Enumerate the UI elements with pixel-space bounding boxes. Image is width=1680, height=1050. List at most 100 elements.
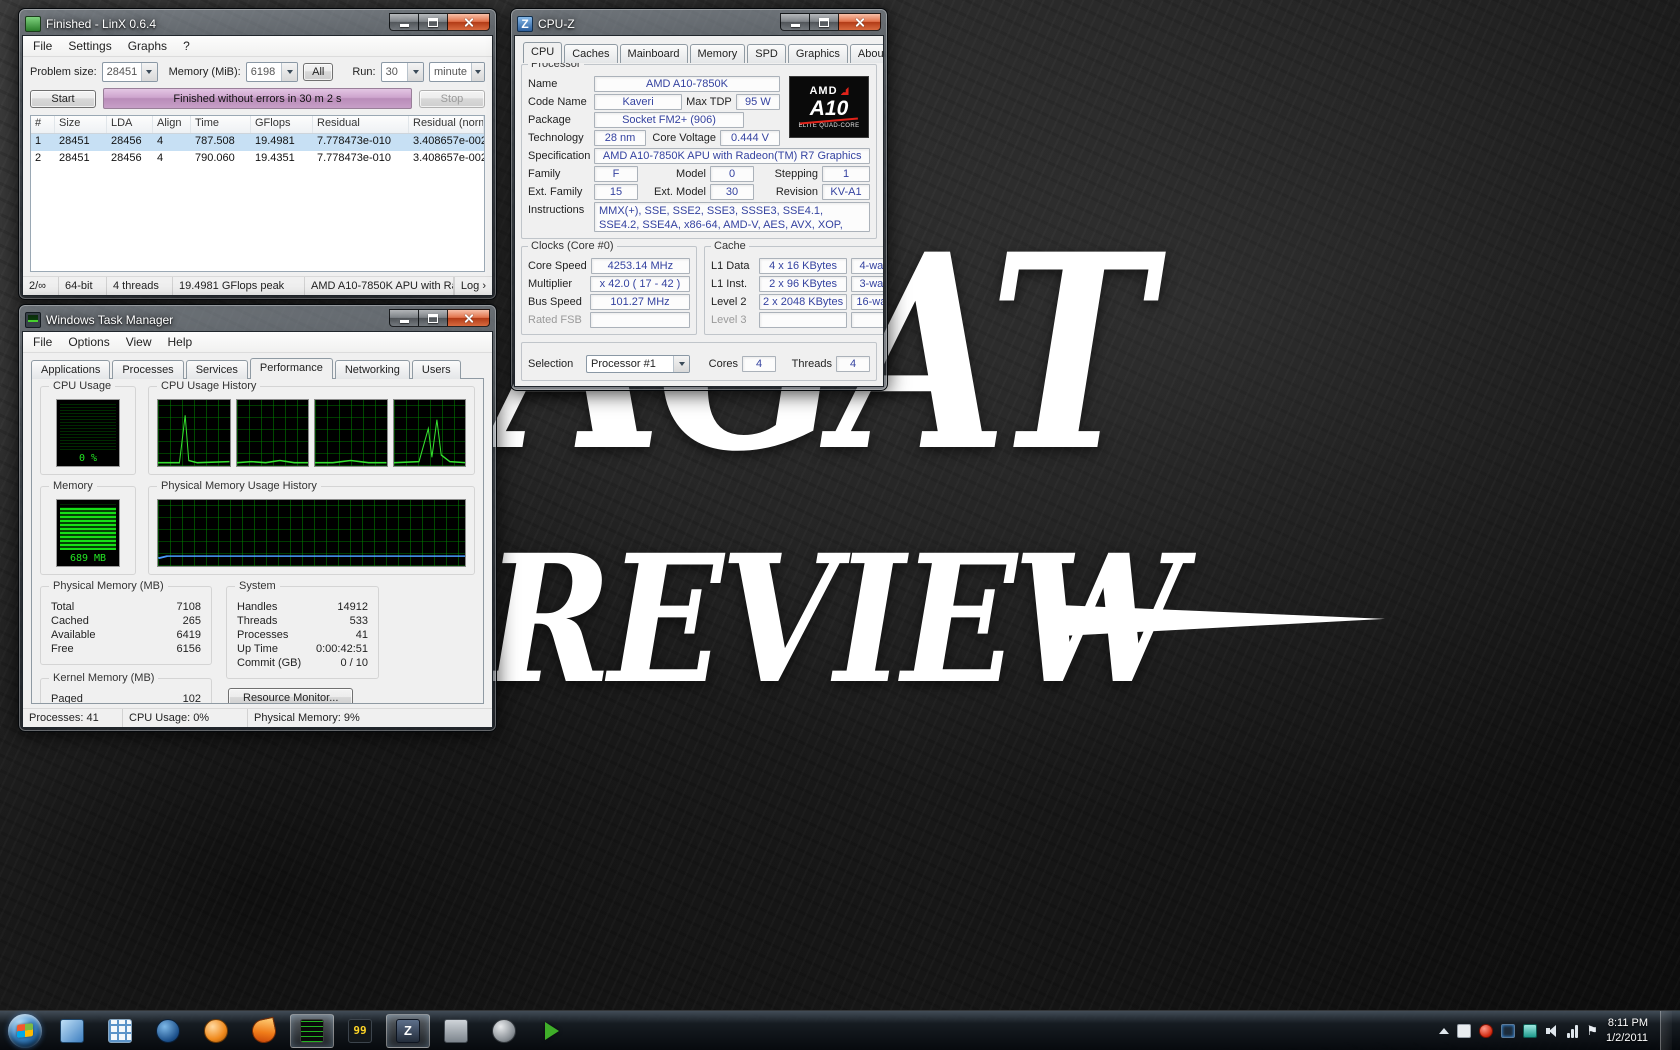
l1-data-field: 4 x 16 KBytes: [759, 258, 847, 274]
taskbar-clock[interactable]: 8:11 PM 1/2/2011: [1606, 1016, 1652, 1045]
tab-services[interactable]: Services: [186, 360, 248, 379]
taskbar-app-1[interactable]: [50, 1014, 94, 1048]
cpu-usage-value: 0 %: [79, 453, 97, 464]
stat-row: Commit (GB)0 / 10: [237, 657, 368, 669]
ext-family-field: 15: [594, 184, 638, 200]
tab-memory[interactable]: Memory: [690, 44, 746, 63]
memory-value: 689 MB: [70, 553, 106, 564]
amd-model-text: A10: [810, 98, 849, 119]
tab-applications[interactable]: Applications: [31, 360, 110, 379]
taskmgr-titlebar[interactable]: Windows Task Manager: [22, 308, 493, 331]
linx-menu-graphs[interactable]: Graphs: [120, 37, 175, 55]
taskmgr-menu-file[interactable]: File: [25, 333, 60, 351]
show-hidden-icons-button[interactable]: [1439, 1028, 1449, 1034]
taskbar-app-3[interactable]: [146, 1014, 190, 1048]
linx-minimize-button[interactable]: [389, 13, 418, 31]
memory-gauge-fill: [60, 508, 116, 550]
col-header[interactable]: Size: [55, 116, 107, 133]
stat-row: Total7108: [51, 601, 201, 613]
cpuz-close-button[interactable]: [838, 13, 881, 31]
tray-monitor-icon[interactable]: [1501, 1024, 1515, 1038]
resource-monitor-button[interactable]: Resource Monitor...: [228, 688, 353, 704]
processor-select[interactable]: Processor #1: [586, 355, 690, 373]
cpuz-maximize-button[interactable]: [809, 13, 838, 31]
taskbar-app-9[interactable]: [434, 1014, 478, 1048]
tab-spd[interactable]: SPD: [747, 44, 786, 63]
col-header[interactable]: Residual (norm.): [409, 116, 484, 133]
tab-about[interactable]: About: [850, 44, 884, 63]
taskmgr-menu-options[interactable]: Options: [60, 333, 117, 351]
col-header[interactable]: Time: [191, 116, 251, 133]
code-name-field: Kaveri: [594, 94, 682, 110]
col-header[interactable]: Residual: [313, 116, 409, 133]
taskbar-linx-button[interactable]: [290, 1014, 334, 1048]
tab-graphics[interactable]: Graphics: [788, 44, 848, 63]
status-cpu-usage: CPU Usage: 0%: [123, 709, 248, 727]
action-center-flag-icon[interactable]: ⚑: [1586, 1024, 1598, 1038]
specification-field: AMD A10-7850K APU with Radeon(TM) R7 Gra…: [594, 148, 870, 164]
technology-label: Technology: [528, 132, 590, 144]
linx-maximize-button[interactable]: [418, 13, 447, 31]
status-threads: 4 threads: [107, 277, 173, 295]
taskbar-app-5[interactable]: [242, 1014, 286, 1048]
tray-icon-1[interactable]: [1457, 1024, 1471, 1038]
taskmgr-minimize-button[interactable]: [389, 309, 418, 327]
tab-mainboard[interactable]: Mainboard: [620, 44, 688, 63]
taskmgr-menu-help[interactable]: Help: [160, 333, 201, 351]
tab-caches[interactable]: Caches: [564, 44, 617, 63]
stop-button[interactable]: Stop: [419, 90, 485, 108]
table-row[interactable]: 228451 284564 790.06019.4351 7.778473e-0…: [31, 151, 484, 168]
run-unit-combo[interactable]: minute: [429, 62, 485, 82]
status-run-count: 2/∞: [23, 277, 59, 295]
maximize-icon: [819, 18, 829, 27]
taskbar-coretemp-button[interactable]: 99: [338, 1014, 382, 1048]
start-button[interactable]: [8, 1014, 42, 1048]
col-header[interactable]: Align: [153, 116, 191, 133]
linx-menu-settings[interactable]: Settings: [60, 37, 119, 55]
status-arch: 64-bit: [59, 277, 107, 295]
level2-label: Level 2: [711, 296, 755, 308]
volume-icon[interactable]: [1545, 1024, 1559, 1038]
taskbar-cpuz-button[interactable]: Z: [386, 1014, 430, 1048]
linx-menu-file[interactable]: File: [25, 37, 60, 55]
tab-performance[interactable]: Performance: [250, 358, 333, 379]
l1-data-assoc-field: 4-way: [851, 258, 883, 274]
run-count-combo[interactable]: 30: [381, 62, 424, 82]
all-button[interactable]: All: [303, 63, 333, 81]
close-icon: [463, 17, 474, 28]
problem-size-combo[interactable]: 28451: [102, 62, 158, 82]
col-header[interactable]: LDA: [107, 116, 153, 133]
network-icon[interactable]: [1567, 1024, 1578, 1038]
show-desktop-button[interactable]: [1660, 1011, 1672, 1050]
taskmgr-menu-view[interactable]: View: [118, 333, 160, 351]
orange-circle-icon: [204, 1019, 228, 1043]
linx-close-button[interactable]: [447, 13, 490, 31]
progress-text: Finished without errors in 30 m 2 s: [173, 93, 341, 105]
status-physical-memory: Physical Memory: 9%: [248, 709, 492, 727]
taskbar-app-11[interactable]: [530, 1014, 574, 1048]
taskbar-app-4[interactable]: [194, 1014, 238, 1048]
memory-combo[interactable]: 6198: [246, 62, 298, 82]
tab-processes[interactable]: Processes: [112, 360, 183, 379]
taskbar-app-2[interactable]: [98, 1014, 142, 1048]
cpuz-titlebar[interactable]: Z CPU-Z: [514, 12, 884, 35]
log-button[interactable]: Log ›: [454, 277, 492, 295]
linx-menu-help[interactable]: ?: [175, 37, 198, 55]
taskbar-app-10[interactable]: [482, 1014, 526, 1048]
tab-networking[interactable]: Networking: [335, 360, 410, 379]
taskmgr-close-button[interactable]: [447, 309, 490, 327]
start-button[interactable]: Start: [30, 90, 96, 108]
col-header[interactable]: #: [31, 116, 55, 133]
clock-date: 1/2/2011: [1606, 1031, 1648, 1045]
linx-titlebar[interactable]: Finished - LinX 0.6.4: [22, 12, 493, 35]
taskmgr-maximize-button[interactable]: [418, 309, 447, 327]
tab-cpu[interactable]: CPU: [523, 42, 562, 63]
table-row[interactable]: 128451 284564 787.50819.4981 7.778473e-0…: [31, 134, 484, 151]
linx-results-table: # Size LDA Align Time GFlops Residual Re…: [30, 115, 485, 272]
tab-users[interactable]: Users: [412, 360, 461, 379]
tray-icon-2[interactable]: [1479, 1024, 1493, 1038]
col-header[interactable]: GFlops: [251, 116, 313, 133]
chevron-down-icon: [141, 63, 156, 81]
cpuz-minimize-button[interactable]: [780, 13, 809, 31]
tray-icon-3[interactable]: [1523, 1024, 1537, 1038]
